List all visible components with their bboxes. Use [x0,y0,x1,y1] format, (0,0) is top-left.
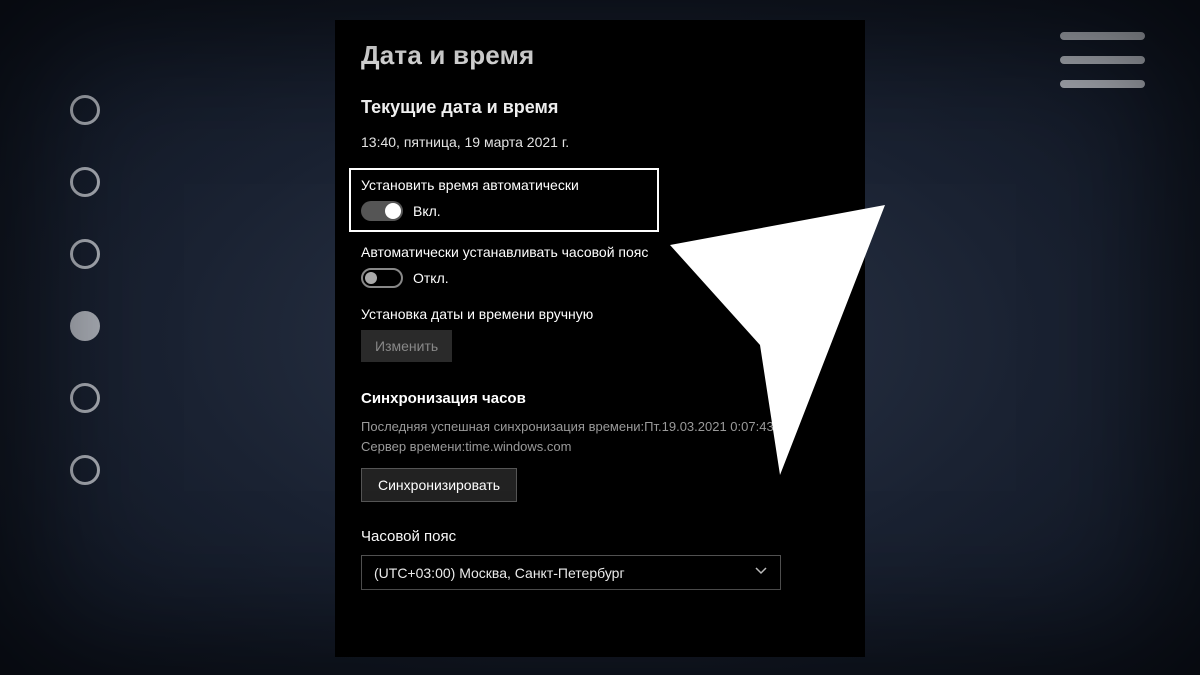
auto-time-toggle[interactable] [361,201,403,221]
sync-heading: Синхронизация часов [361,390,839,407]
slide-dot-nav [70,95,100,485]
sync-server: Сервер времени:time.windows.com [361,437,839,457]
hamburger-bar [1060,56,1145,64]
hamburger-menu-icon[interactable] [1060,32,1145,88]
toggle-knob [385,203,401,219]
sync-info: Последняя успешная синхронизация времени… [361,417,839,456]
dot-6[interactable] [70,455,100,485]
datetime-settings-panel: Дата и время Текущие дата и время 13:40,… [335,20,865,657]
hamburger-bar [1060,32,1145,40]
dot-4[interactable] [70,311,100,341]
sync-last: Последняя успешная синхронизация времени… [361,417,839,437]
sync-button[interactable]: Синхронизировать [361,468,517,502]
dot-3[interactable] [70,239,100,269]
dot-1[interactable] [70,95,100,125]
chevron-down-icon [754,564,768,581]
auto-tz-toggle[interactable] [361,268,403,288]
auto-time-state: Вкл. [413,203,441,219]
timezone-selected: (UTC+03:00) Москва, Санкт-Петербург [374,565,625,581]
auto-time-label: Установить время автоматически [361,177,647,193]
highlighted-setting: Установить время автоматически Вкл. [349,168,659,232]
timezone-label: Часовой пояс [361,528,839,545]
toggle-knob [365,272,377,284]
hamburger-bar [1060,80,1145,88]
dot-2[interactable] [70,167,100,197]
manual-set-label: Установка даты и времени вручную [361,306,839,322]
auto-tz-state: Откл. [413,270,449,286]
current-datetime-value: 13:40, пятница, 19 марта 2021 г. [361,134,839,150]
page-title: Дата и время [361,40,839,71]
dot-5[interactable] [70,383,100,413]
auto-tz-label: Автоматически устанавливать часовой пояс [361,244,839,260]
timezone-select[interactable]: (UTC+03:00) Москва, Санкт-Петербург [361,555,781,590]
change-button[interactable]: Изменить [361,330,452,362]
current-datetime-heading: Текущие дата и время [361,97,839,118]
